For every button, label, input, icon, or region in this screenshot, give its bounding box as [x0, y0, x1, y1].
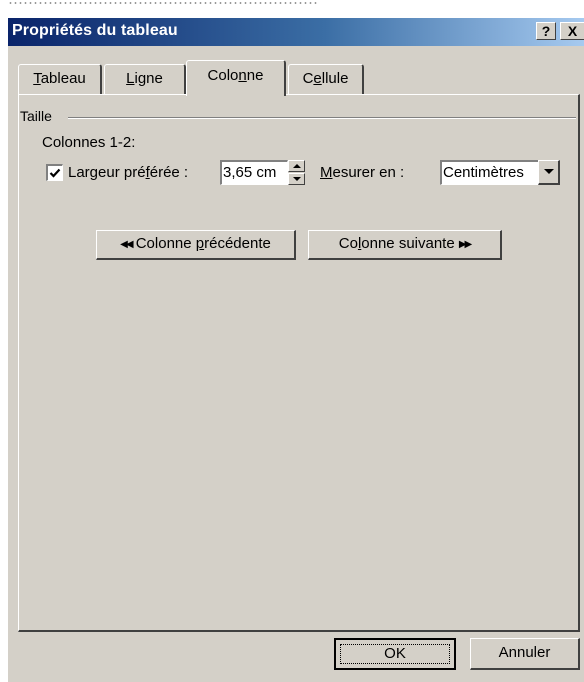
background-dotted-text	[8, 0, 318, 8]
double-arrow-right-icon: ▶▶	[458, 239, 472, 250]
help-button[interactable]: ?	[536, 22, 556, 40]
tab-cellule-label-a: C	[302, 70, 314, 87]
tab-ligne-label: igne	[134, 70, 163, 87]
tab-ligne[interactable]: Ligne	[104, 64, 186, 94]
tab-tableau-accel: T	[33, 70, 41, 87]
table-properties-dialog: Propriétés du tableau ? X Tableau Ligne …	[8, 18, 584, 682]
measure-in-label: Mesurer en :	[320, 164, 405, 181]
focus-rectangle	[340, 644, 450, 664]
preferred-width-label[interactable]: Largeur préférée :	[68, 164, 188, 181]
close-button[interactable]: X	[560, 22, 584, 40]
tab-colonne-label-a: Colo	[207, 67, 239, 84]
checkmark-icon	[49, 168, 61, 178]
chevron-down-icon[interactable]	[538, 160, 560, 185]
tab-cellule-accel: e	[313, 70, 322, 87]
cancel-button[interactable]: Annuler	[470, 638, 580, 670]
tab-tableau[interactable]: Tableau	[18, 64, 102, 94]
tab-cellule[interactable]: Cellule	[288, 64, 364, 94]
preferred-width-input[interactable]: 3,65 cm	[220, 160, 288, 185]
group-divider	[68, 117, 576, 119]
dialog-title: Propriétés du tableau	[12, 22, 178, 39]
title-bar: Propriétés du tableau ? X	[8, 18, 584, 46]
group-label-taille: Taille	[20, 108, 56, 124]
columns-range-label: Colonnes 1-2:	[42, 134, 136, 151]
tab-colonne[interactable]: Colonne	[186, 60, 286, 96]
tab-cellule-label-b: llule	[321, 70, 349, 87]
ok-button[interactable]: OK	[334, 638, 456, 670]
preferred-width-checkbox[interactable]	[46, 164, 63, 181]
width-spinner	[288, 160, 305, 185]
previous-column-button[interactable]: ◀◀ Colonne précédente	[96, 230, 296, 260]
spin-down-icon[interactable]	[288, 173, 305, 185]
tab-colonne-label-b: ne	[246, 67, 264, 84]
spin-up-icon[interactable]	[288, 160, 305, 172]
tab-tableau-label: ableau	[40, 70, 86, 87]
tab-colonne-accel: n	[238, 67, 247, 84]
next-column-button[interactable]: Colonne suivante ▶▶	[308, 230, 502, 260]
measure-unit-select[interactable]: Centimètres	[440, 160, 538, 185]
double-arrow-left-icon: ◀◀	[120, 239, 133, 250]
